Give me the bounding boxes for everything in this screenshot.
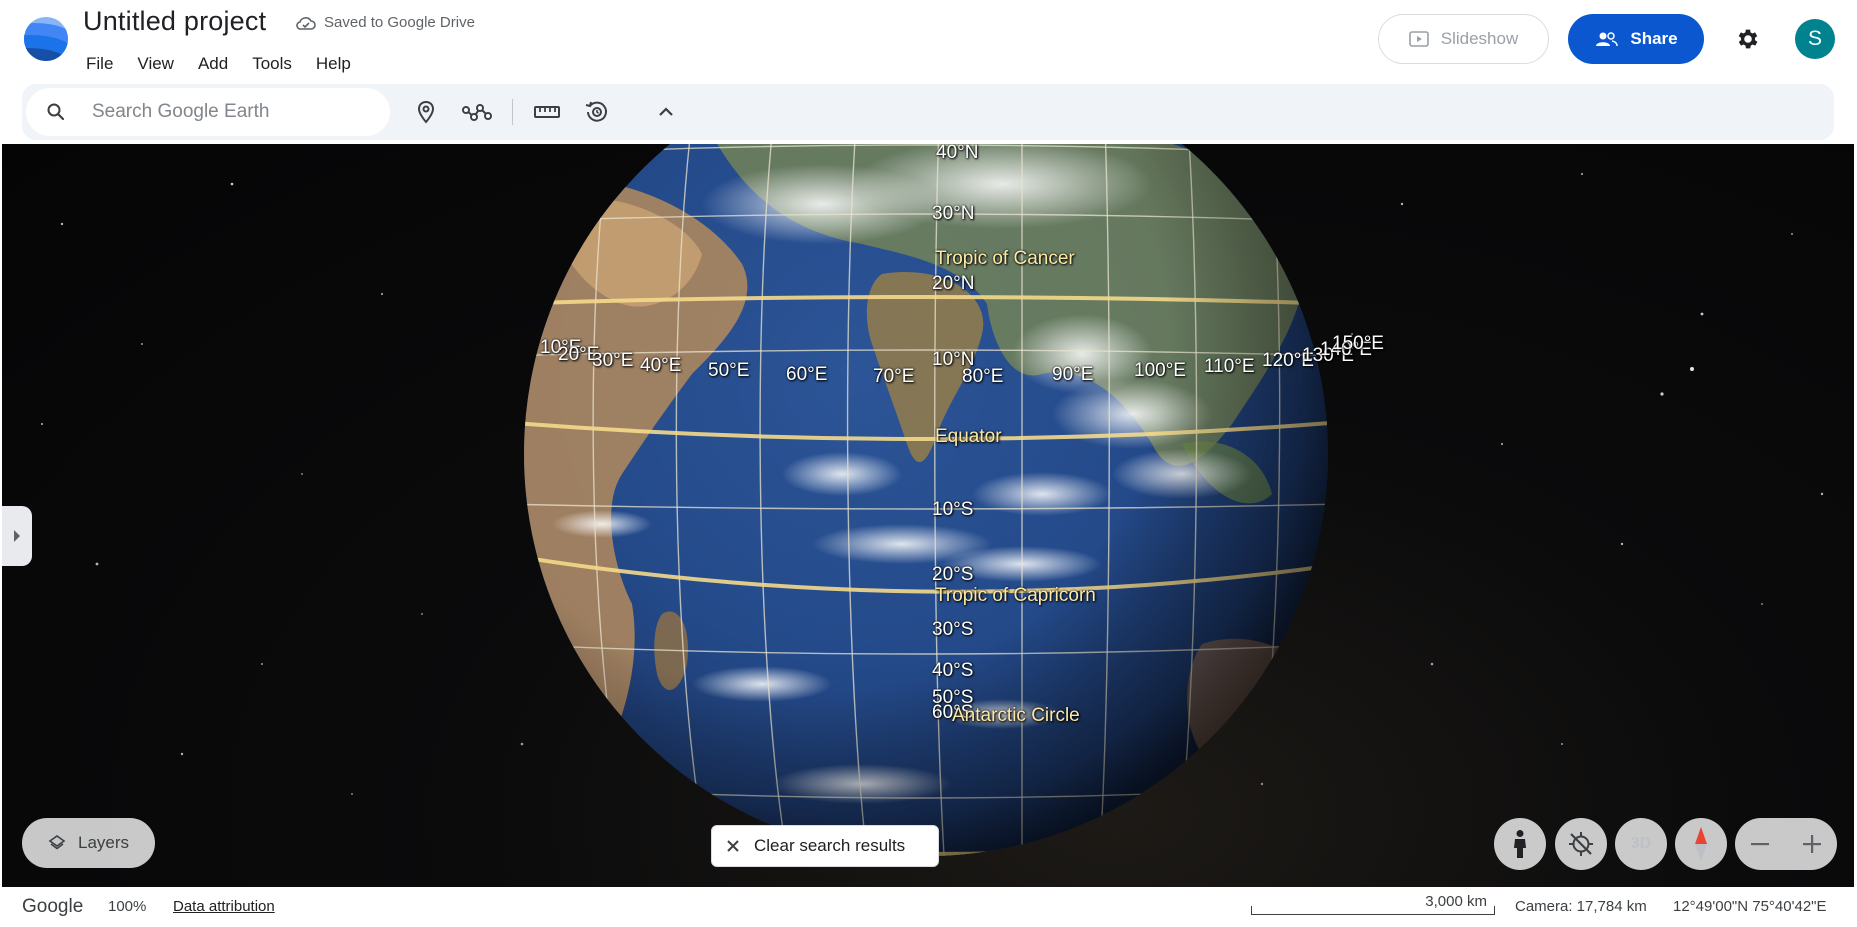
google-earth-logo[interactable]: [22, 16, 70, 62]
toolbar-divider: [512, 99, 513, 125]
latitude-label: 30°N: [932, 203, 975, 224]
compass-icon: [1695, 827, 1707, 861]
people-icon: [1596, 32, 1619, 47]
equator-label: Equator: [935, 426, 1002, 447]
longitude-label: 110°E: [1204, 356, 1255, 377]
data-attribution-link[interactable]: Data attribution: [173, 898, 275, 915]
settings-button[interactable]: [1728, 19, 1768, 59]
toggle-3d-button[interactable]: 3D: [1615, 818, 1667, 870]
search-icon: [47, 103, 65, 121]
tropic-of-capricorn-label: Tropic of Capricorn: [935, 585, 1096, 606]
account-avatar[interactable]: S: [1795, 19, 1835, 59]
slideshow-label: Slideshow: [1440, 29, 1519, 48]
latitude-label: 40°N: [936, 144, 979, 163]
search-input[interactable]: [92, 98, 372, 126]
scale-line: [1251, 906, 1495, 915]
menu-bar: File View Add Tools Help: [74, 52, 363, 76]
menu-view[interactable]: View: [125, 52, 186, 76]
placemark-icon: [417, 100, 435, 124]
path-icon: [462, 104, 492, 121]
latitude-label: 30°S: [932, 619, 974, 640]
app-header: Untitled project Saved to Google Drive F…: [0, 0, 1857, 84]
antarctic-circle-label: Antarctic Circle: [952, 705, 1080, 726]
longitude-label: 50°E: [708, 360, 750, 381]
cursor-coordinates: 12°49'00"N 75°40'42"E: [1673, 898, 1827, 915]
side-panel-toggle[interactable]: [2, 506, 32, 566]
cloud-done-icon: [296, 16, 316, 30]
longitude-label: 70°E: [873, 366, 915, 387]
minus-icon: [1751, 843, 1769, 846]
menu-help[interactable]: Help: [304, 52, 363, 76]
map-viewport[interactable]: 40°N 30°N 20°N 10°N 10°S 20°S 30°S 40°S …: [2, 144, 1854, 887]
collapse-toolbar-button[interactable]: [650, 96, 682, 128]
camera-altitude: Camera: 17,784 km: [1515, 898, 1647, 915]
latitude-label: 20°N: [932, 273, 975, 294]
zoom-controls: [1735, 818, 1837, 870]
pegman-button[interactable]: [1494, 818, 1546, 870]
gear-icon: [1738, 29, 1758, 49]
project-title[interactable]: Untitled project: [83, 6, 266, 37]
tropic-of-cancer-label: Tropic of Cancer: [935, 248, 1075, 269]
longitude-label: 80°E: [962, 366, 1004, 387]
location-disabled-icon: [1569, 832, 1593, 856]
globe-rendering[interactable]: [2, 144, 1854, 887]
latitude-label: 20°S: [932, 564, 974, 585]
zoom-percentage[interactable]: 100%: [108, 898, 146, 915]
draw-path-button[interactable]: [461, 96, 493, 128]
latitude-label: 10°S: [932, 499, 974, 520]
longitude-label: 90°E: [1052, 364, 1094, 385]
scale-bar[interactable]: 3,000 km: [1251, 891, 1495, 919]
measure-button[interactable]: [531, 96, 563, 128]
menu-add[interactable]: Add: [186, 52, 240, 76]
earth-globe[interactable]: [502, 144, 1353, 856]
pegman-icon: [1514, 830, 1526, 858]
ruler-icon: [534, 106, 560, 118]
save-status-text: Saved to Google Drive: [324, 14, 475, 31]
slideshow-icon: [1408, 31, 1429, 47]
latitude-label: 40°S: [932, 660, 974, 681]
history-button[interactable]: [581, 96, 613, 128]
menu-file[interactable]: File: [74, 52, 125, 76]
location-off-button[interactable]: [1555, 818, 1607, 870]
add-placemark-button[interactable]: [410, 96, 442, 128]
chevron-up-icon: [659, 107, 673, 116]
layers-label: Layers: [77, 833, 130, 852]
history-icon: [585, 101, 607, 122]
close-icon: [727, 840, 739, 852]
plus-icon: [1803, 835, 1821, 853]
zoom-in-button[interactable]: [1787, 818, 1837, 870]
slideshow-button[interactable]: Slideshow: [1378, 14, 1549, 64]
zoom-out-button[interactable]: [1735, 818, 1785, 870]
clear-search-results-button[interactable]: Clear search results: [711, 825, 939, 867]
layers-button[interactable]: Layers: [22, 818, 155, 868]
longitude-label: 100°E: [1134, 360, 1186, 381]
longitude-label: 150°E: [1332, 333, 1384, 354]
share-label: Share: [1630, 29, 1678, 48]
status-bar: Google 100% Data attribution 3,000 km Ca…: [0, 887, 1857, 927]
longitude-label: 60°E: [786, 364, 828, 385]
share-button[interactable]: Share: [1568, 14, 1704, 64]
chevron-right-icon: [14, 530, 20, 542]
google-logo: Google: [22, 896, 84, 917]
compass-button[interactable]: [1675, 818, 1727, 870]
save-status: Saved to Google Drive: [296, 14, 475, 31]
search-box: [26, 88, 390, 136]
clear-search-label: Clear search results: [754, 836, 906, 855]
menu-tools[interactable]: Tools: [240, 52, 304, 76]
layers-icon: [48, 835, 66, 850]
longitude-label: 40°E: [640, 355, 682, 376]
longitude-label: 30°E: [592, 350, 634, 371]
toolbar: [22, 84, 1834, 140]
